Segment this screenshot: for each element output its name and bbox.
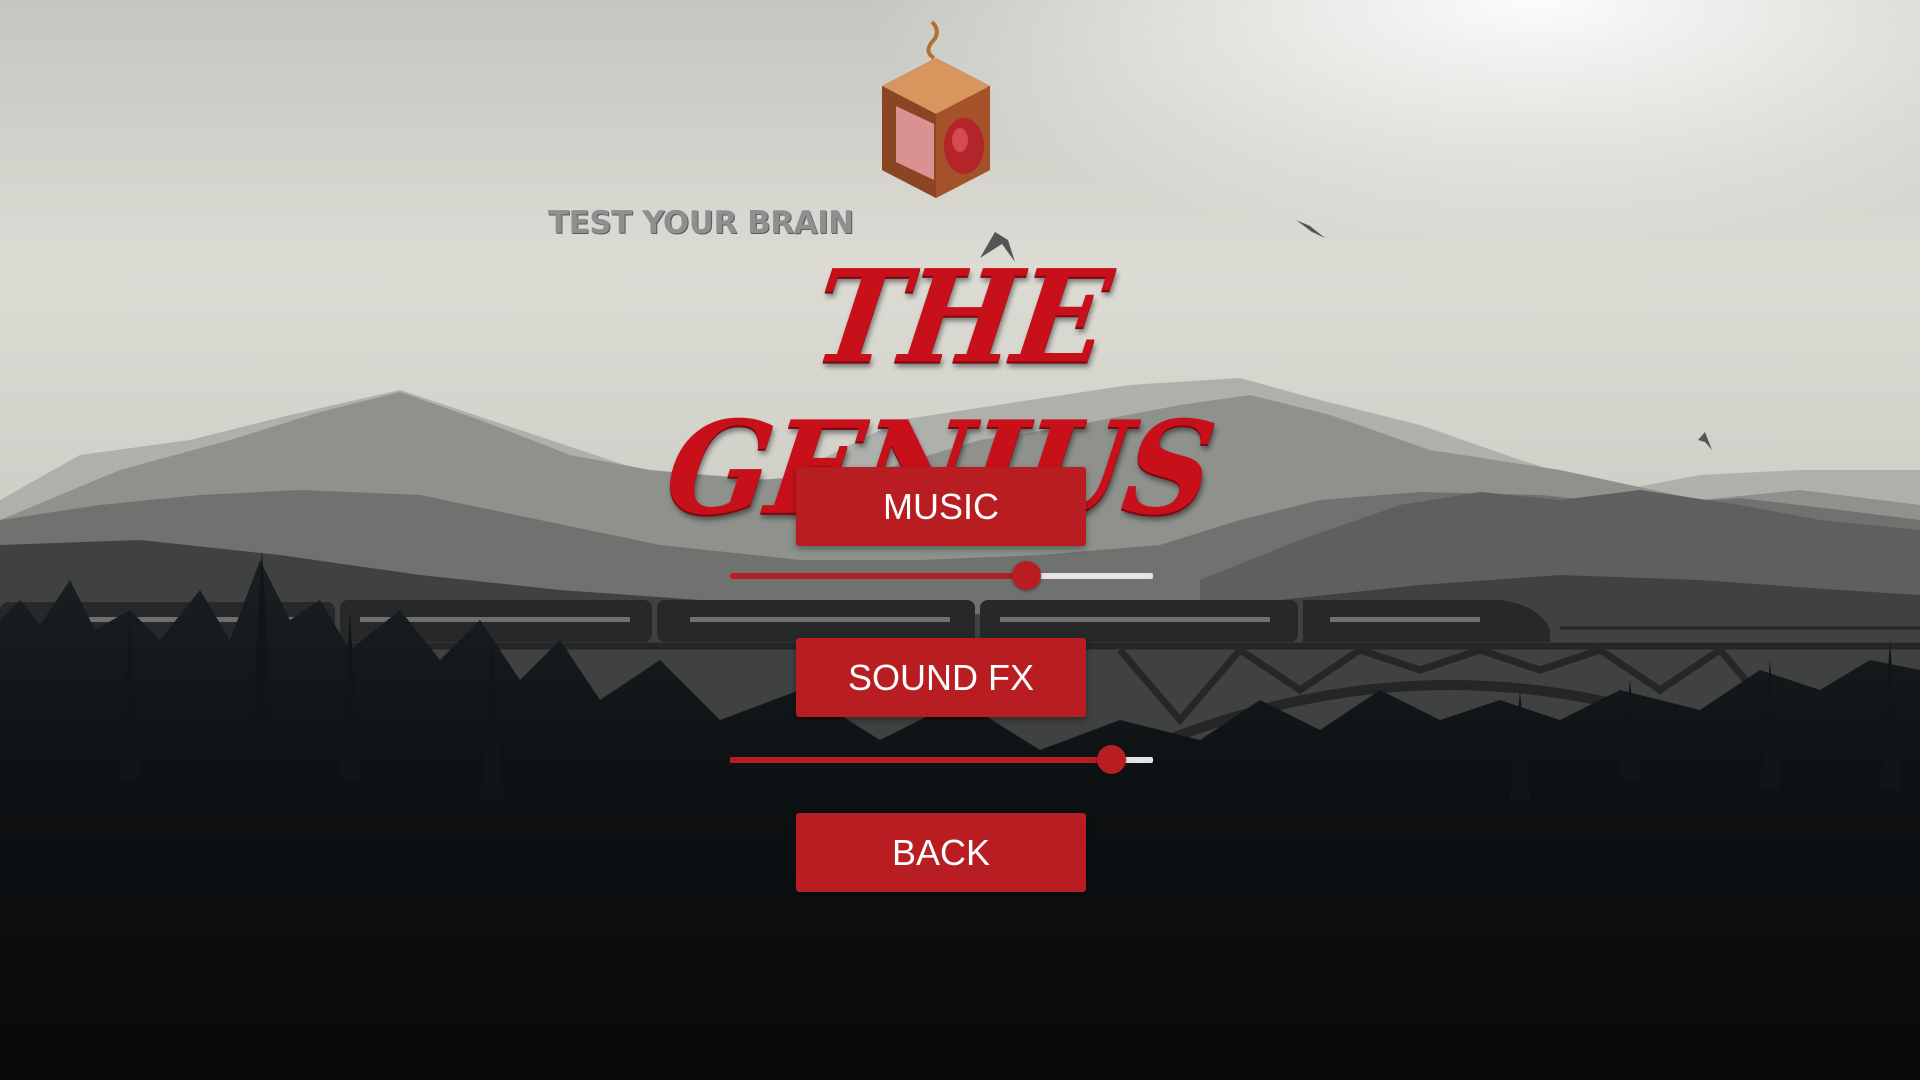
music-slider-fill: [730, 573, 1027, 579]
game-logo: [882, 20, 990, 198]
music-slider-thumb[interactable]: [1012, 561, 1042, 590]
sound-fx-button[interactable]: SOUND FX: [796, 638, 1086, 717]
tagline: TEST YOUR BRAIN: [548, 205, 854, 241]
music-volume-slider[interactable]: [730, 558, 1153, 592]
sound-fx-slider-fill: [730, 757, 1111, 763]
music-button[interactable]: MUSIC: [796, 467, 1086, 546]
sound-fx-volume-slider[interactable]: [730, 742, 1153, 776]
back-button[interactable]: BACK: [796, 813, 1086, 892]
sound-fx-slider-thumb[interactable]: [1096, 745, 1126, 774]
